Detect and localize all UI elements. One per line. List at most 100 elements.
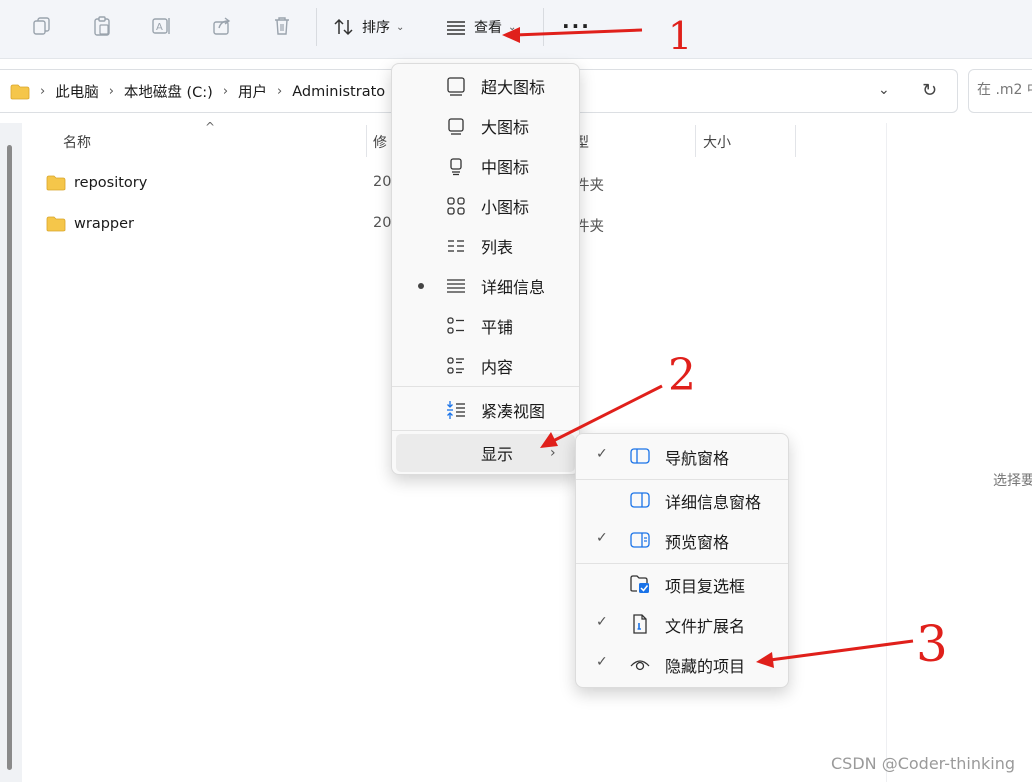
small-icons-icon [447,197,465,215]
sort-button[interactable]: 排序 ⌄ [334,13,404,41]
toolbar-divider [543,8,544,46]
column-header-size[interactable]: 大小 [703,132,731,152]
menu-item-label: 小图标 [481,198,530,217]
menu-item-large-icons[interactable]: 大图标 [396,107,575,145]
menu-item-content[interactable]: 内容 [396,347,575,385]
list-icon [448,240,464,252]
scrollbar-thumb[interactable] [7,145,12,770]
menu-item-show[interactable]: 显示 › [396,434,575,472]
copy-icon[interactable] [31,15,53,37]
view-label: 查看 [474,20,502,36]
submenu-item-label: 详细信息窗格 [665,493,762,512]
chevron-right-icon: › [40,84,46,99]
menu-item-label: 详细信息 [481,278,546,297]
column-divider[interactable] [695,125,696,157]
large-icons-icon [448,118,464,135]
submenu-item-label: 导航窗格 [665,449,730,468]
menu-separator [576,563,788,564]
chevron-down-icon: ⌄ [508,21,517,33]
submenu-item-navigation-pane[interactable]: ✓ 导航窗格 [580,437,784,475]
menu-item-label: 平铺 [481,318,514,337]
file-date: 20 [373,215,392,231]
chevron-down-icon: ⌄ [396,21,405,33]
navigation-pane-icon [630,448,650,464]
svg-text:A: A [156,22,163,33]
more-options-icon[interactable]: ··· [562,14,591,38]
view-icon [447,21,465,35]
search-input[interactable] [969,70,1032,110]
column-divider[interactable] [366,125,367,157]
column-header-modified[interactable]: 修 [373,132,387,152]
submenu-item-details-pane[interactable]: 详细信息窗格 [580,481,784,519]
menu-item-label: 内容 [481,358,514,377]
chevron-right-icon: › [108,84,114,99]
delete-icon[interactable] [271,15,293,37]
breadcrumb-users[interactable]: 用户 [238,81,267,102]
sort-ascending-icon: ^ [205,120,216,134]
breadcrumb-administrator[interactable]: Administrato [292,84,385,100]
menu-item-label: 紧凑视图 [481,402,546,421]
menu-item-compact-view[interactable]: 紧凑视图 [396,391,575,429]
share-icon[interactable] [211,15,233,37]
chevron-right-icon: › [550,445,556,461]
preview-pane-divider[interactable] [886,123,887,782]
rename-icon[interactable]: A [151,15,173,37]
annotation-label-2: 2 [668,350,696,401]
file-row[interactable]: repository [46,169,147,197]
sort-icon [334,18,353,36]
menu-separator [576,479,788,480]
check-icon: ✓ [596,614,608,630]
menu-separator [392,430,579,431]
submenu-item-label: 项目复选框 [665,577,746,596]
menu-item-medium-icons[interactable]: 中图标 [396,147,575,185]
column-header-name[interactable]: 名称 [63,132,91,152]
annotation-arrow-3 [769,639,914,662]
search-box[interactable] [968,69,1032,113]
selected-bullet-icon [418,283,424,289]
menu-item-label: 中图标 [481,158,530,177]
breadcrumb: › 此电脑 › 本地磁盘 (C:) › 用户 › Administrato [10,81,385,102]
preview-pane-icon [630,532,650,548]
watermark: CSDN @Coder-thinking [831,754,1015,773]
menu-item-extra-large-icons[interactable]: 超大图标 [396,67,575,105]
breadcrumb-this-pc[interactable]: 此电脑 [55,81,99,102]
file-date: 20 [373,174,392,190]
details-pane-icon [630,492,650,508]
menu-item-details[interactable]: 详细信息 [396,267,575,305]
item-checkbox-icon [630,575,649,593]
file-extension-icon [633,614,647,634]
medium-icons-icon [450,158,462,176]
breadcrumb-local-disk[interactable]: 本地磁盘 (C:) [124,81,213,102]
view-button[interactable]: 查看 ⌄ [446,13,516,41]
compact-view-icon [447,401,465,419]
submenu-item-preview-pane[interactable]: ✓ 预览窗格 [580,521,784,559]
details-icon [447,279,465,293]
refresh-icon[interactable]: ↻ [922,80,937,101]
check-icon: ✓ [596,446,608,462]
address-dropdown-icon[interactable]: ⌄ [878,82,890,98]
file-name: repository [74,175,148,191]
column-divider[interactable] [795,125,796,157]
check-icon: ✓ [596,654,608,670]
menu-item-tiles[interactable]: 平铺 [396,307,575,345]
annotation-label-3: 3 [916,615,948,673]
menu-item-label: 超大图标 [481,78,546,97]
menu-item-small-icons[interactable]: 小图标 [396,187,575,225]
menu-item-list[interactable]: 列表 [396,227,575,265]
command-bar: A 排序 ⌄ 查看 ⌄ ··· [0,0,1032,59]
menu-item-label: 列表 [481,238,514,257]
submenu-item-hidden-items[interactable]: ✓ 隐藏的项目 [580,645,784,683]
file-row[interactable]: wrapper [46,210,134,238]
submenu-item-item-checkboxes[interactable]: 项目复选框 [580,565,784,603]
show-submenu: ✓ 导航窗格 详细信息窗格 ✓ 预览窗格 项目复选框 ✓ 文件扩展名 ✓ 隐藏的… [575,433,789,688]
chevron-right-icon: › [277,84,283,99]
menu-item-label: 大图标 [481,118,530,137]
hidden-items-icon [630,660,650,671]
folder-icon [10,84,30,99]
submenu-item-file-extensions[interactable]: ✓ 文件扩展名 [580,605,784,643]
folder-icon [46,216,66,232]
submenu-item-label: 文件扩展名 [665,617,746,636]
submenu-item-label: 隐藏的项目 [665,657,746,676]
extra-large-icons-icon [447,77,465,96]
paste-icon[interactable] [91,15,113,37]
